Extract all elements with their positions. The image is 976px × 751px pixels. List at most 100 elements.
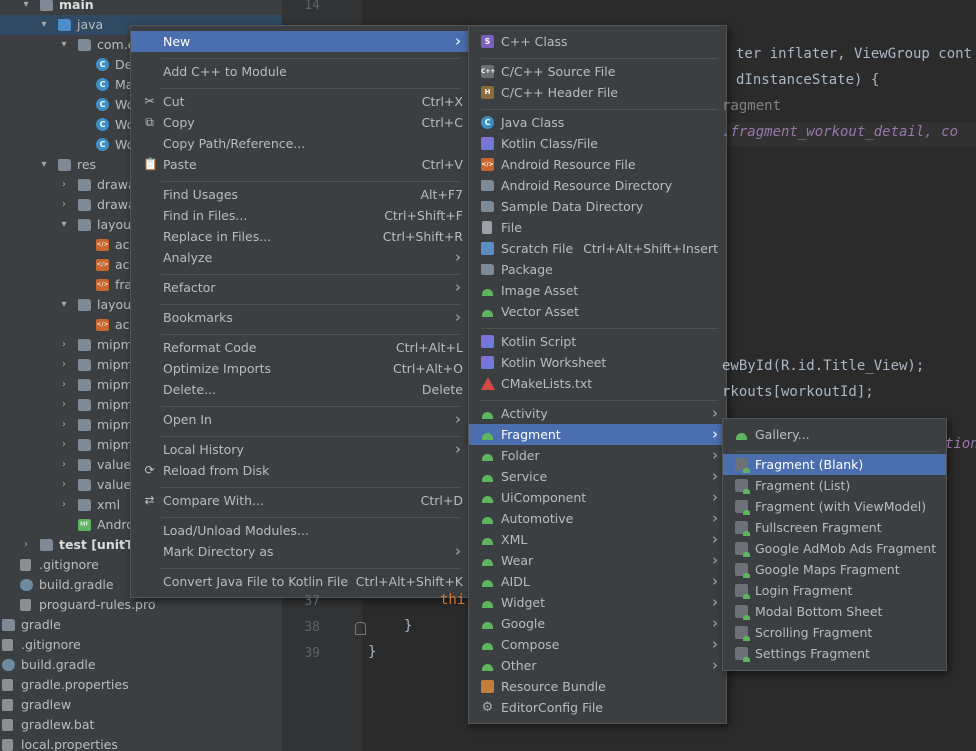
chevron-right-icon: › bbox=[712, 593, 718, 611]
menu-item-paste[interactable]: 📋 Paste Ctrl+V bbox=[131, 154, 469, 175]
chevron-right-icon[interactable]: › bbox=[58, 435, 70, 455]
chevron-right-icon[interactable]: › bbox=[58, 335, 70, 355]
menu-item-add-c-to-module[interactable]: Add C++ to Module bbox=[131, 61, 469, 82]
tree-item-local-properties[interactable]: local.properties bbox=[0, 735, 282, 751]
menu-item-editorconfig-file[interactable]: ⚙ EditorConfig File bbox=[469, 697, 726, 718]
menu-item-modal-bottom-sheet[interactable]: Modal Bottom Sheet bbox=[723, 601, 946, 622]
chevron-right-icon[interactable]: › bbox=[58, 455, 70, 475]
menu-item-new[interactable]: New › bbox=[131, 31, 469, 52]
fragment-icon bbox=[735, 626, 750, 641]
tree-item-gradlew[interactable]: gradlew bbox=[0, 695, 282, 715]
menu-item-sample-data-directory[interactable]: Sample Data Directory bbox=[469, 196, 726, 217]
menu-item-automotive[interactable]: Automotive › bbox=[469, 508, 726, 529]
tree-item-gradle[interactable]: ›gradle bbox=[0, 615, 282, 635]
chevron-right-icon[interactable]: › bbox=[58, 375, 70, 395]
chevron-down-icon[interactable]: ▾ bbox=[20, 0, 32, 15]
menu-item-local-history[interactable]: Local History › bbox=[131, 439, 469, 460]
menu-item-cmakelists-txt[interactable]: CMakeLists.txt bbox=[469, 373, 726, 394]
menu-item-java-class[interactable]: C Java Class bbox=[469, 112, 726, 133]
tree-item-proguard-rules-pro[interactable]: proguard-rules.pro bbox=[0, 595, 282, 615]
chevron-down-icon[interactable]: ▾ bbox=[58, 295, 70, 315]
menu-item-reformat-code[interactable]: Reformat Code Ctrl+Alt+L bbox=[131, 337, 469, 358]
menu-separator bbox=[161, 406, 461, 407]
menu-item-gallery[interactable]: Gallery... bbox=[723, 424, 946, 445]
menu-item-kotlin-class-file[interactable]: Kotlin Class/File bbox=[469, 133, 726, 154]
chevron-right-icon[interactable]: › bbox=[58, 395, 70, 415]
menu-item-other[interactable]: Other › bbox=[469, 655, 726, 676]
menu-item-label: Cut bbox=[163, 94, 185, 109]
chevron-right-icon[interactable]: › bbox=[58, 415, 70, 435]
menu-item-wear[interactable]: Wear › bbox=[469, 550, 726, 571]
menu-item-open-in[interactable]: Open In › bbox=[131, 409, 469, 430]
menu-item-compose[interactable]: Compose › bbox=[469, 634, 726, 655]
menu-item-fragment-list[interactable]: Fragment (List) bbox=[723, 475, 946, 496]
menu-item-compare-with[interactable]: ⇄ Compare With... Ctrl+D bbox=[131, 490, 469, 511]
menu-item-refactor[interactable]: Refactor › bbox=[131, 277, 469, 298]
tree-item-main[interactable]: ▾ main bbox=[0, 0, 282, 15]
chevron-right-icon: › bbox=[712, 467, 718, 485]
menu-item-c-c-header-file[interactable]: H C/C++ Header File bbox=[469, 82, 726, 103]
tree-item-build-gradle[interactable]: build.gradle bbox=[0, 655, 282, 675]
chevron-right-icon[interactable]: › bbox=[58, 175, 70, 195]
menu-item-cut[interactable]: ✂ Cut Ctrl+X bbox=[131, 91, 469, 112]
menu-item-copy-path-reference[interactable]: Copy Path/Reference... bbox=[131, 133, 469, 154]
menu-item-mark-directory-as[interactable]: Mark Directory as › bbox=[131, 541, 469, 562]
menu-item-kotlin-script[interactable]: Kotlin Script bbox=[469, 331, 726, 352]
menu-item-folder[interactable]: Folder › bbox=[469, 445, 726, 466]
chevron-down-icon[interactable]: ▾ bbox=[38, 155, 50, 175]
tree-item-label: mipm bbox=[97, 377, 133, 392]
menu-item-package[interactable]: Package bbox=[469, 259, 726, 280]
chevron-right-icon[interactable]: › bbox=[58, 195, 70, 215]
menu-item-settings-fragment[interactable]: Settings Fragment bbox=[723, 643, 946, 664]
menu-item-android-resource-file[interactable]: </> Android Resource File bbox=[469, 154, 726, 175]
menu-item-resource-bundle[interactable]: Resource Bundle bbox=[469, 676, 726, 697]
menu-item-google[interactable]: Google › bbox=[469, 613, 726, 634]
chevron-down-icon[interactable]: ▾ bbox=[58, 215, 70, 235]
menu-item-activity[interactable]: Activity › bbox=[469, 403, 726, 424]
chevron-down-icon[interactable]: ▾ bbox=[58, 35, 70, 55]
menu-item-file[interactable]: File bbox=[469, 217, 726, 238]
chevron-right-icon[interactable]: › bbox=[58, 495, 70, 515]
menu-item-delete[interactable]: Delete... Delete bbox=[131, 379, 469, 400]
menu-item-load-unload-modules[interactable]: Load/Unload Modules... bbox=[131, 520, 469, 541]
menu-item-kotlin-worksheet[interactable]: Kotlin Worksheet bbox=[469, 352, 726, 373]
menu-item-convert-java-file-to-kotlin-file[interactable]: Convert Java File to Kotlin File Ctrl+Alt… bbox=[131, 571, 469, 592]
menu-item-reload-from-disk[interactable]: ⟳ Reload from Disk bbox=[131, 460, 469, 481]
chevron-right-icon[interactable]: › bbox=[58, 475, 70, 495]
menu-item-vector-asset[interactable]: Vector Asset bbox=[469, 301, 726, 322]
menu-item-service[interactable]: Service › bbox=[469, 466, 726, 487]
menu-item-c-class[interactable]: S C++ Class bbox=[469, 31, 726, 52]
menu-item-fullscreen-fragment[interactable]: Fullscreen Fragment bbox=[723, 517, 946, 538]
menu-item-google-maps-fragment[interactable]: Google Maps Fragment bbox=[723, 559, 946, 580]
menu-separator bbox=[481, 400, 718, 401]
menu-item-xml[interactable]: XML › bbox=[469, 529, 726, 550]
menu-item-c-c-source-file[interactable]: C++ C/C++ Source File bbox=[469, 61, 726, 82]
chevron-right-icon[interactable]: › bbox=[58, 355, 70, 375]
menu-item-uicomponent[interactable]: UiComponent › bbox=[469, 487, 726, 508]
menu-item-aidl[interactable]: AIDL › bbox=[469, 571, 726, 592]
tree-item-gradle-properties[interactable]: gradle.properties bbox=[0, 675, 282, 695]
menu-item-find-usages[interactable]: Find Usages Alt+F7 bbox=[131, 184, 469, 205]
menu-item-bookmarks[interactable]: Bookmarks › bbox=[131, 307, 469, 328]
chevron-right-icon[interactable]: › bbox=[20, 535, 32, 555]
menu-item-google-admob-ads-fragment[interactable]: Google AdMob Ads Fragment bbox=[723, 538, 946, 559]
menu-item-android-resource-directory[interactable]: Android Resource Directory bbox=[469, 175, 726, 196]
menu-item-find-in-files[interactable]: Find in Files... Ctrl+Shift+F bbox=[131, 205, 469, 226]
menu-item-image-asset[interactable]: Image Asset bbox=[469, 280, 726, 301]
menu-item-replace-in-files[interactable]: Replace in Files... Ctrl+Shift+R bbox=[131, 226, 469, 247]
chevron-down-icon[interactable]: ▾ bbox=[38, 15, 50, 35]
menu-item-scratch-file[interactable]: Scratch File Ctrl+Alt+Shift+Insert bbox=[469, 238, 726, 259]
menu-item-fragment[interactable]: Fragment › bbox=[469, 424, 726, 445]
menu-item-login-fragment[interactable]: Login Fragment bbox=[723, 580, 946, 601]
menu-item-copy[interactable]: ⧉ Copy Ctrl+C bbox=[131, 112, 469, 133]
menu-item-widget[interactable]: Widget › bbox=[469, 592, 726, 613]
menu-item-label: AIDL bbox=[501, 574, 530, 589]
fold-marker-icon[interactable] bbox=[355, 622, 366, 635]
menu-item-scrolling-fragment[interactable]: Scrolling Fragment bbox=[723, 622, 946, 643]
menu-item-analyze[interactable]: Analyze › bbox=[131, 247, 469, 268]
menu-item-fragment-blank[interactable]: Fragment (Blank) bbox=[723, 454, 946, 475]
menu-item-optimize-imports[interactable]: Optimize Imports Ctrl+Alt+O bbox=[131, 358, 469, 379]
tree-item-gitignore[interactable]: .gitignore bbox=[0, 635, 282, 655]
tree-item-gradlew-bat[interactable]: gradlew.bat bbox=[0, 715, 282, 735]
menu-item-fragment-with-viewmodel[interactable]: Fragment (with ViewModel) bbox=[723, 496, 946, 517]
